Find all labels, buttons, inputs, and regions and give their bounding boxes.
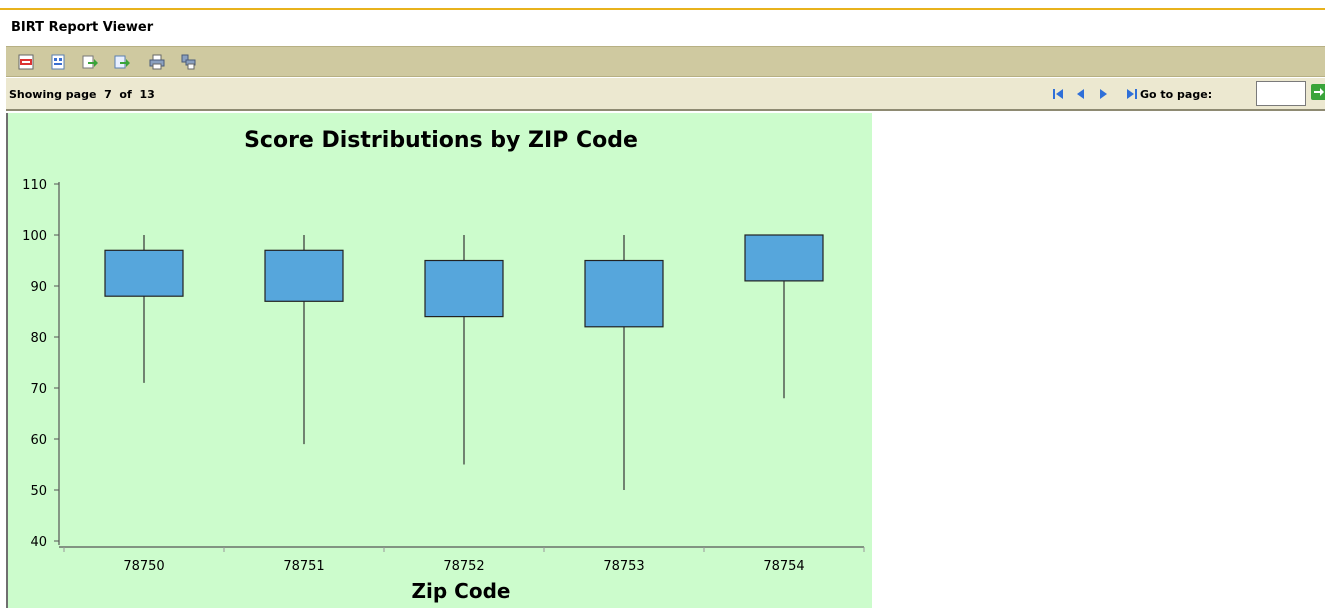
box-78750 [104,249,184,297]
toolbar [6,46,1325,77]
print-server-button[interactable] [180,54,196,70]
app-title: BIRT Report Viewer [11,20,154,35]
y-tick-label: 60 [30,433,47,448]
box-78752 [424,259,504,318]
previous-page-icon [1077,89,1084,99]
last-page-icon [1127,89,1137,99]
y-tick-label: 40 [30,535,47,550]
title-bar [0,10,1325,46]
x-tick-label: 78752 [443,559,484,574]
parameters-button[interactable] [50,54,66,70]
x-axis-title: Zip Code [412,579,511,603]
y-tick-label: 100 [22,229,47,244]
chart-title: Score Distributions by ZIP Code [244,128,638,153]
box-78754 [744,234,824,282]
x-tick-label: 78754 [763,559,804,574]
box-78753 [584,259,664,328]
content-left-border [6,113,8,608]
print-server-icon [181,54,196,70]
y-tick-label: 50 [30,484,47,499]
y-tick-label: 70 [30,382,47,397]
goto-page-button[interactable] [1311,84,1325,100]
export-report-button[interactable] [114,54,130,70]
previous-page-button[interactable] [1074,87,1088,101]
toc-icon [18,54,34,70]
x-tick-label: 78753 [603,559,644,574]
go-arrow-icon [1311,84,1325,100]
export-data-icon [82,55,98,69]
chart-svg: Score Distributions by ZIP Code Zip Code… [22,128,865,603]
goto-page-input[interactable] [1256,81,1306,106]
chart-axes: 40 50 60 70 80 90 100 110 78750 78751 78752 78753 78… [22,178,865,574]
goto-page-label: Go to page: [1140,88,1213,101]
y-tick-label: 80 [30,331,47,346]
y-tick-label: 110 [22,178,47,193]
x-tick-label: 78751 [283,559,324,574]
of-label: of [119,88,132,101]
print-icon [149,54,165,70]
next-page-button[interactable] [1096,87,1110,101]
next-page-icon [1100,89,1107,99]
showing-page-label: Showing page [9,88,97,101]
first-page-icon [1053,89,1063,99]
parameters-icon [51,54,65,70]
box-78751 [264,249,344,302]
report-content: Score Distributions by ZIP Code Zip Code… [6,113,1325,608]
y-tick-label: 90 [30,280,47,295]
page-status: Showing page 7 of 13 [9,88,155,101]
chart-boxes [104,234,824,490]
x-tick-label: 78750 [123,559,164,574]
current-page-number: 7 [104,88,112,101]
last-page-icon-wrap [1124,87,1138,101]
export-data-button[interactable] [82,54,98,70]
first-page-button[interactable] [1052,87,1066,101]
export-report-icon [114,55,130,69]
toc-button[interactable] [18,54,34,70]
boxplot-chart: Score Distributions by ZIP Code Zip Code… [6,113,872,608]
total-pages-number: 13 [139,88,155,101]
print-button[interactable] [149,54,165,70]
